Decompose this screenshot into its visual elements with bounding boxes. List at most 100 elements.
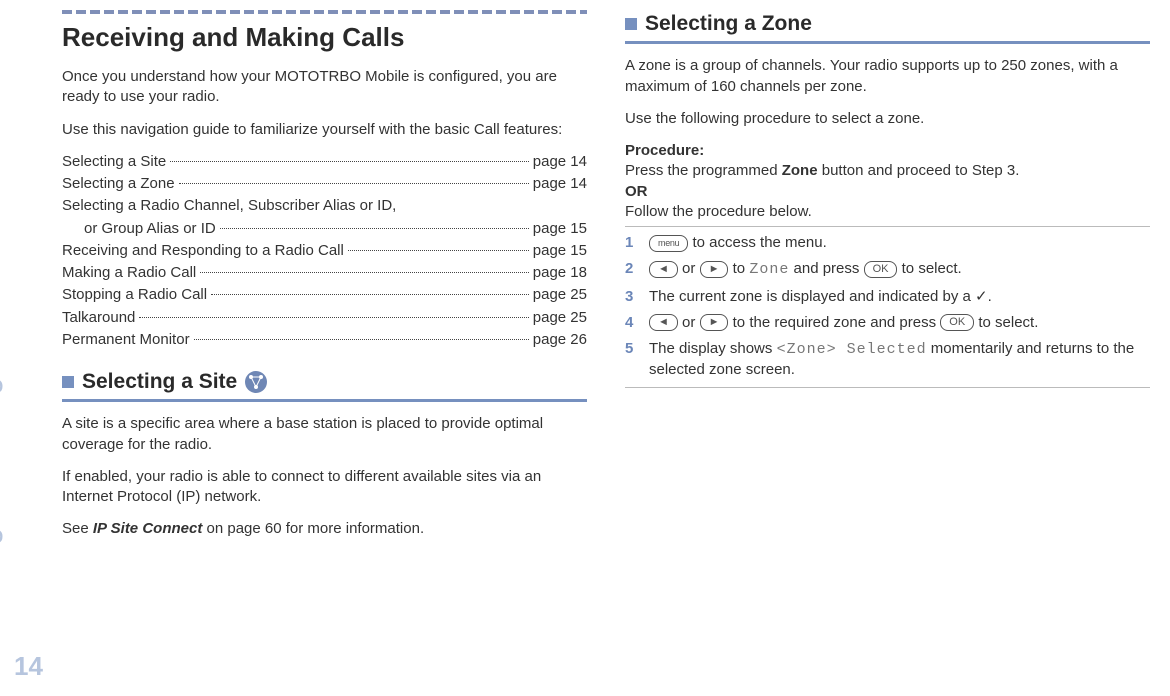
step-5: 5 The display shows <Zone> Selected mome… [625,339,1150,381]
toc-entry-stopping[interactable]: Stopping a Radio Call page 25 [62,285,587,305]
site-paragraph-1: A site is a specific area where a base s… [62,414,587,455]
subheading-zone-row: Selecting a Zone [625,10,1150,38]
subheading-rule [62,399,587,402]
page-title: Receiving and Making Calls [62,20,587,55]
intro-paragraph-2: Use this navigation guide to familiarize… [62,120,587,140]
toc-entry-site[interactable]: Selecting a Site page 14 [62,152,587,172]
toc-page: page 25 [533,308,587,328]
thin-rule [625,387,1150,388]
toc-entry-talkaround[interactable]: Talkaround page 25 [62,308,587,328]
content-area: Receiving and Making Calls Once you unde… [62,10,1150,552]
step-body: The current zone is displayed and indica… [649,287,1150,307]
step-number: 4 [625,313,639,333]
toc-leader [211,294,529,295]
procedure-line-1a: Press the programmed [625,162,782,179]
toc-page: page 18 [533,263,587,283]
see-link-ip-site-connect[interactable]: IP Site Connect [93,520,202,537]
dotted-rule [62,10,587,14]
toc-entry-radio-channel[interactable]: Selecting a Radio Channel, Subscriber Al… [62,196,587,239]
left-column: Receiving and Making Calls Once you unde… [62,10,587,552]
step-2-text-c: and press [789,260,863,277]
subheading-rule [625,41,1150,44]
step-2-text-a: or [678,260,700,277]
toc-leader [170,161,529,162]
section-square-icon [625,18,637,30]
toc-label: Permanent Monitor [62,330,190,350]
menu-key-icon: menu [649,235,688,252]
step-2-text-d: to select. [897,260,961,277]
step-number: 3 [625,287,639,307]
toc-leader [139,317,528,318]
toc-page: page 25 [533,285,587,305]
right-key-icon: ► [700,314,729,331]
zone-paragraph-2: Use the following procedure to select a … [625,109,1150,129]
right-key-icon: ► [700,261,729,278]
step-3-text-a: The current zone is displayed and indica… [649,288,975,305]
step-2-zone-mono: Zone [749,261,789,278]
toc-entry-receiving[interactable]: Receiving and Responding to a Radio Call… [62,241,587,261]
toc-label: Selecting a Site [62,152,166,172]
toc-label: Making a Radio Call [62,263,196,283]
step-body: ◄ or ► to the required zone and press OK… [649,313,1150,333]
subheading-zone: Selecting a Zone [645,10,812,38]
procedure-line-2: Follow the procedure below. [625,203,812,220]
step-5-mono: <Zone> Selected [777,341,927,358]
toc-label: Stopping a Radio Call [62,285,207,305]
step-2: 2 ◄ or ► to Zone and press OK to select. [625,259,1150,280]
procedure-block: Procedure: Press the programmed Zone but… [625,141,1150,222]
page-number: 14 [14,649,43,684]
toc-leader [220,228,529,229]
toc-leader [194,339,529,340]
toc-entry-making[interactable]: Making a Radio Call page 18 [62,263,587,283]
left-key-icon: ◄ [649,314,678,331]
procedure-steps: 1 menu to access the menu. 2 ◄ or ► to Z… [625,233,1150,381]
step-body: menu to access the menu. [649,233,1150,253]
ok-key-icon: OK [864,261,898,278]
site-paragraph-2: If enabled, your radio is able to connec… [62,467,587,508]
subheading-site-row: Selecting a Site [62,368,587,396]
side-section-label: Receiving and Making Calls [0,309,6,651]
toc-page: page 15 [533,219,587,239]
toc-entry-zone[interactable]: Selecting a Zone page 14 [62,174,587,194]
step-2-text-b: to [728,260,749,277]
see-prefix: See [62,520,93,537]
step-4-text-a: or [678,314,700,331]
step-5-text-a: The display shows [649,340,777,357]
toc-page: page 14 [533,174,587,194]
step-4-text-b: to the required zone and press [728,314,940,331]
step-3-text-b: . [988,288,992,305]
toc-page: page 14 [533,152,587,172]
procedure-label: Procedure: [625,142,704,159]
section-square-icon [62,376,74,388]
checkmark-icon: ✓ [975,288,988,305]
toc-label: Receiving and Responding to a Radio Call [62,241,344,261]
network-icon [245,371,267,393]
toc-page: page 26 [533,330,587,350]
step-4-text-c: to select. [974,314,1038,331]
step-1: 1 menu to access the menu. [625,233,1150,253]
step-3: 3 The current zone is displayed and indi… [625,287,1150,307]
step-body: ◄ or ► to Zone and press OK to select. [649,259,1150,280]
toc-sub-label: or Group Alias or ID [84,219,216,239]
step-body: The display shows <Zone> Selected moment… [649,339,1150,381]
procedure-zone-button: Zone [782,162,818,179]
right-column: Selecting a Zone A zone is a group of ch… [625,10,1150,552]
procedure-line-1b: button and proceed to Step 3. [818,162,1020,179]
ok-key-icon: OK [940,314,974,331]
site-see-also: See IP Site Connect on page 60 for more … [62,519,587,539]
toc-label: Selecting a Radio Channel, Subscriber Al… [62,196,396,216]
subheading-site: Selecting a Site [82,368,237,396]
see-suffix: on page 60 for more information. [202,520,424,537]
left-key-icon: ◄ [649,261,678,278]
toc-leader [200,272,529,273]
step-number: 5 [625,339,639,359]
zone-paragraph-1: A zone is a group of channels. Your radi… [625,56,1150,97]
procedure-or: OR [625,183,648,200]
step-4: 4 ◄ or ► to the required zone and press … [625,313,1150,333]
toc-leader [179,183,529,184]
toc-page: page 15 [533,241,587,261]
toc-entry-permanent-monitor[interactable]: Permanent Monitor page 26 [62,330,587,350]
toc-leader [348,250,529,251]
step-1-text: to access the menu. [688,234,826,251]
intro-paragraph-1: Once you understand how your MOTOTRBO Mo… [62,67,587,108]
